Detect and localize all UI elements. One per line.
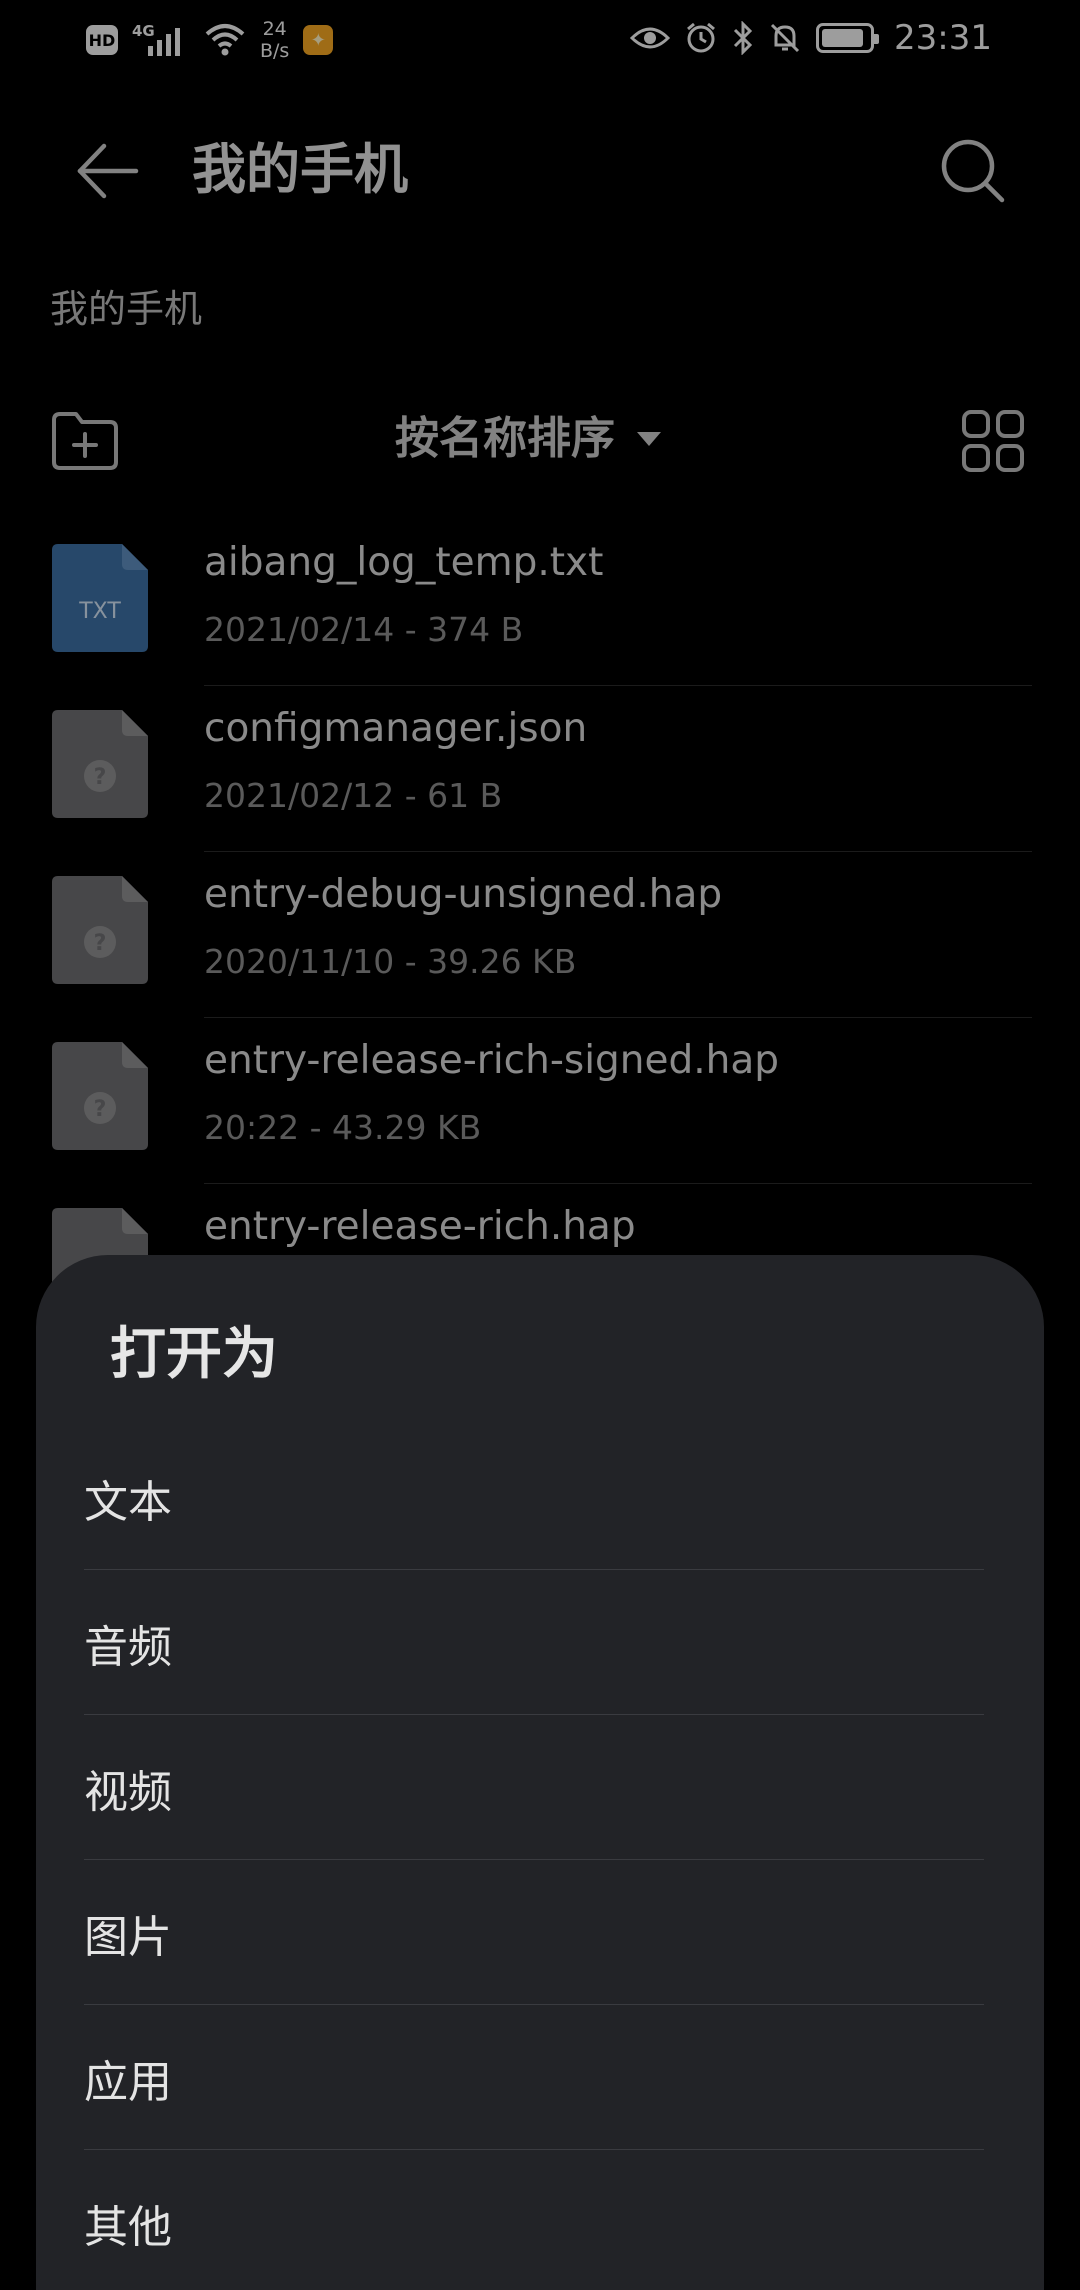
sheet-title: 打开为 (110, 1322, 278, 1387)
option-label: 音频 (84, 1621, 172, 1673)
option-video[interactable]: 视频 (84, 1715, 984, 1860)
option-label: 应用 (84, 2056, 172, 2108)
option-audio[interactable]: 音频 (84, 1570, 984, 1715)
option-label: 图片 (84, 1911, 172, 1963)
screen: HD 4G 24 B/s ✦ 23:31 我的手机 我的手机 按名称排序 TXT… (0, 0, 1080, 2290)
option-app[interactable]: 应用 (84, 2005, 984, 2150)
open-as-sheet: 打开为 文本 音频 视频 图片 应用 其他 (36, 1255, 1044, 2290)
option-label: 视频 (84, 1766, 172, 1818)
option-label: 文本 (84, 1476, 172, 1528)
option-text[interactable]: 文本 (84, 1425, 984, 1570)
open-as-options: 文本 音频 视频 图片 应用 其他 (84, 1425, 984, 2290)
option-other[interactable]: 其他 (84, 2150, 984, 2290)
option-label: 其他 (84, 2201, 172, 2253)
option-image[interactable]: 图片 (84, 1860, 984, 2005)
